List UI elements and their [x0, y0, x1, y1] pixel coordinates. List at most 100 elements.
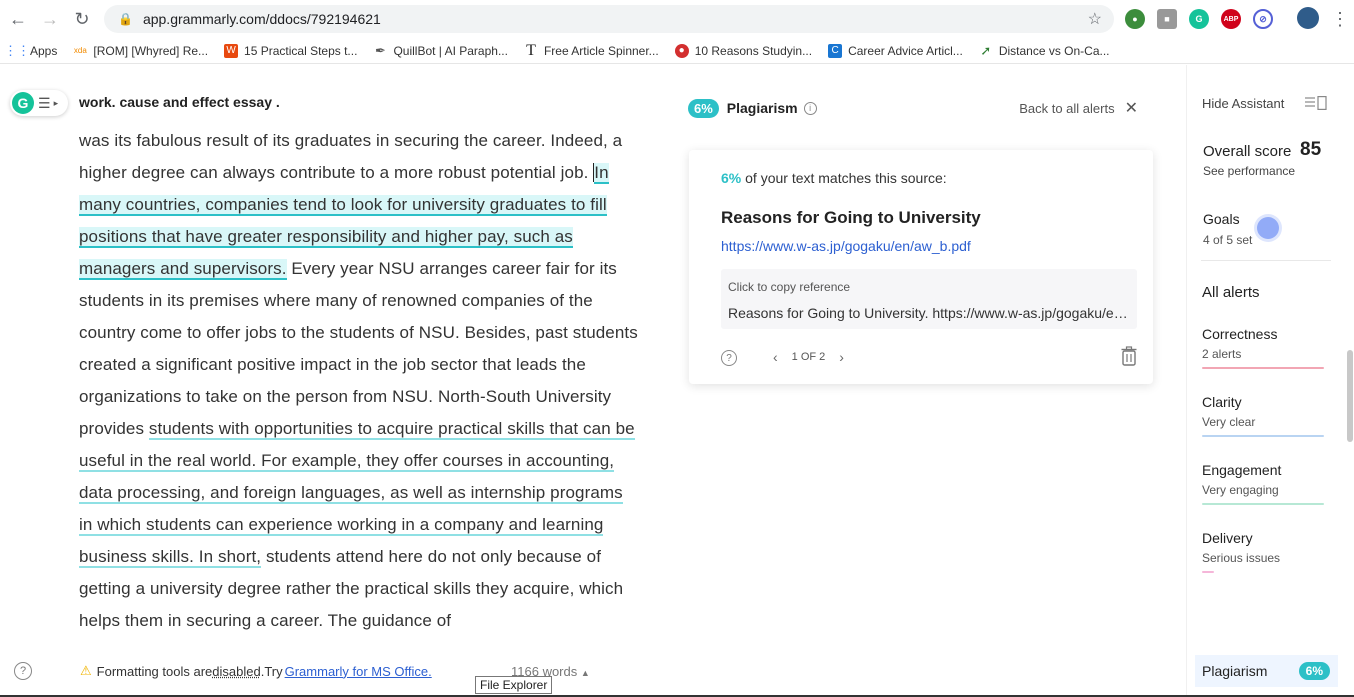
- document-editor[interactable]: was its fabulous result of its graduates…: [79, 125, 639, 640]
- caret-up-icon: ▲: [580, 668, 590, 678]
- browser-toolbar: ← → ↻ 🔒 app.grammarly.com/ddocs/79219462…: [0, 0, 1354, 38]
- plagiarism-source-card: 6% of your text matches this source: Rea…: [689, 150, 1153, 384]
- goals-label[interactable]: Goals: [1203, 211, 1240, 227]
- bookmark-label: Career Advice Articl...: [848, 43, 963, 58]
- apps-grid-icon: ⋮⋮: [4, 42, 30, 58]
- pager-text: 1 OF 2: [791, 351, 826, 363]
- warning-icon: ⚠: [80, 663, 92, 678]
- help-icon[interactable]: ?: [14, 662, 32, 680]
- category-delivery[interactable]: Delivery Serious issues: [1202, 530, 1324, 573]
- bookmark-quillbot[interactable]: ✒ QuillBot | AI Paraph...: [373, 42, 508, 58]
- grammarly-menu-button[interactable]: G ☰ ▸: [10, 90, 68, 116]
- reload-icon[interactable]: ↻: [66, 3, 98, 35]
- category-bar: [1202, 435, 1324, 437]
- bookmarks-bar: ⋮⋮ Apps xda [ROM] [Whyred] Re... W 15 Pr…: [0, 38, 1354, 64]
- hamburger-icon: ☰: [38, 94, 51, 111]
- bookmark-apps[interactable]: ⋮⋮ Apps: [4, 42, 58, 58]
- format-msg-text: Formatting tools are: [96, 663, 213, 679]
- chevron-right-icon[interactable]: ›: [839, 349, 844, 365]
- all-alerts-link[interactable]: All alerts: [1202, 284, 1260, 301]
- back-arrow-icon[interactable]: ←: [2, 3, 34, 35]
- panel-toggle-icon[interactable]: [1305, 96, 1327, 110]
- plagiarism-tab[interactable]: Plagiarism 6%: [1195, 655, 1338, 687]
- help-icon[interactable]: ?: [721, 350, 737, 366]
- category-correctness[interactable]: Correctness 2 alerts: [1202, 326, 1324, 369]
- match-text: of your text matches this source:: [741, 170, 947, 186]
- bookmark-10-reasons[interactable]: ● 10 Reasons Studyin...: [674, 43, 812, 58]
- overall-score-value: 85: [1300, 139, 1322, 160]
- plagiarism-underline[interactable]: students with opportunities to acquire p…: [79, 419, 635, 568]
- see-performance-link[interactable]: See performance: [1203, 164, 1295, 178]
- bookmark-label: Free Article Spinner...: [543, 43, 659, 58]
- extension-puzzle-icon[interactable]: ■: [1157, 9, 1177, 29]
- shield-icon: ●: [674, 43, 689, 58]
- bookmark-wattpad[interactable]: W 15 Practical Steps t...: [224, 43, 358, 58]
- bookmark-career-advice[interactable]: C Career Advice Articl...: [828, 43, 963, 58]
- url-text: app.grammarly.com/ddocs/792194621: [142, 11, 381, 27]
- disabled-text: disabled: [212, 663, 261, 679]
- c-icon: C: [828, 43, 843, 58]
- bookmark-label: QuillBot | AI Paraph...: [393, 43, 508, 58]
- t-icon: T: [526, 41, 536, 59]
- category-status: Serious issues: [1202, 551, 1281, 565]
- grammarly-extension-icon[interactable]: G: [1189, 9, 1209, 29]
- assistant-sidebar: Hide Assistant Overall score 85 See perf…: [1186, 65, 1341, 697]
- trash-icon[interactable]: [1121, 346, 1137, 366]
- lock-icon: 🔒: [118, 12, 133, 26]
- hide-assistant-button[interactable]: Hide Assistant: [1202, 96, 1284, 111]
- document-title[interactable]: work. cause and effect essay .: [79, 94, 280, 110]
- sidebar-divider: [1201, 260, 1331, 261]
- bookmark-article-spinner[interactable]: T Free Article Spinner...: [524, 41, 659, 59]
- category-engagement[interactable]: Engagement Very engaging: [1202, 462, 1324, 505]
- category-bar: [1202, 571, 1214, 573]
- forward-arrow-icon[interactable]: →: [34, 3, 66, 35]
- body-text: Every year NSU arranges career fair for …: [79, 259, 638, 438]
- block-icon[interactable]: ⊘: [1253, 9, 1273, 29]
- address-bar[interactable]: 🔒 app.grammarly.com/ddocs/792194621 ☆: [104, 5, 1114, 33]
- grammarly-logo-icon: G: [12, 92, 34, 114]
- extension-globe-icon[interactable]: ●: [1125, 9, 1145, 29]
- bookmark-xda[interactable]: xda [ROM] [Whyred] Re...: [73, 44, 208, 58]
- body-text: was its fabulous result of its graduates…: [79, 131, 623, 182]
- bookmark-label: 15 Practical Steps t...: [244, 43, 358, 58]
- profile-avatar-icon[interactable]: [1297, 7, 1319, 29]
- category-clarity[interactable]: Clarity Very clear: [1202, 394, 1324, 437]
- category-status: Very clear: [1202, 415, 1256, 429]
- category-bar: [1202, 503, 1324, 505]
- category-bar: [1202, 367, 1324, 369]
- wattpad-icon: W: [224, 43, 239, 58]
- bookmark-label: Distance vs On-Ca...: [998, 43, 1110, 58]
- formatting-notice: ⚠ Formatting tools are disabled .Try Gram…: [80, 663, 432, 679]
- taskbar-tooltip: File Explorer: [475, 676, 553, 694]
- bookmark-distance[interactable]: ➚ Distance vs On-Ca...: [979, 43, 1110, 58]
- scrollbar-thumb[interactable]: [1347, 350, 1353, 442]
- copy-reference-box[interactable]: Click to copy reference Reasons for Goin…: [721, 269, 1137, 329]
- goals-pulse-indicator[interactable]: [1257, 217, 1279, 239]
- reference-text: Reasons for Going to University. https:/…: [728, 305, 1134, 321]
- category-status: 2 alerts: [1202, 347, 1242, 361]
- source-title: Reasons for Going to University: [721, 208, 981, 227]
- try-text: .Try: [260, 663, 283, 679]
- menu-dots-icon[interactable]: ⋮: [1324, 3, 1354, 35]
- bookmark-label: Apps: [30, 43, 58, 58]
- category-name: Correctness: [1202, 326, 1278, 342]
- goals-status: 4 of 5 set: [1203, 233, 1253, 247]
- bookmark-star-icon[interactable]: ☆: [1088, 9, 1102, 29]
- adblock-icon[interactable]: ABP: [1221, 9, 1241, 29]
- ms-office-link[interactable]: Grammarly for MS Office.: [285, 664, 432, 679]
- source-pager: ‹ 1 OF 2 ›: [773, 349, 844, 365]
- feather-icon: ✒: [374, 42, 386, 58]
- close-icon[interactable]: ✕: [1125, 98, 1138, 118]
- plagiarism-header: 6% Plagiarism i Back to all alerts ✕: [688, 96, 1138, 120]
- category-status: Very engaging: [1202, 483, 1279, 497]
- back-to-alerts-button[interactable]: Back to all alerts ✕: [1019, 98, 1138, 118]
- back-label: Back to all alerts: [1019, 100, 1115, 116]
- overall-score-label: Overall score: [1203, 143, 1292, 160]
- plagiarism-tab-label: Plagiarism: [1202, 663, 1268, 679]
- xda-icon: xda: [73, 46, 87, 55]
- source-link[interactable]: https://www.w-as.jp/gogaku/en/aw_b.pdf: [721, 238, 971, 254]
- chevron-left-icon[interactable]: ‹: [773, 349, 778, 365]
- info-icon[interactable]: i: [803, 101, 817, 115]
- category-name: Delivery: [1202, 530, 1253, 546]
- bookmark-label: [ROM] [Whyred] Re...: [93, 43, 209, 58]
